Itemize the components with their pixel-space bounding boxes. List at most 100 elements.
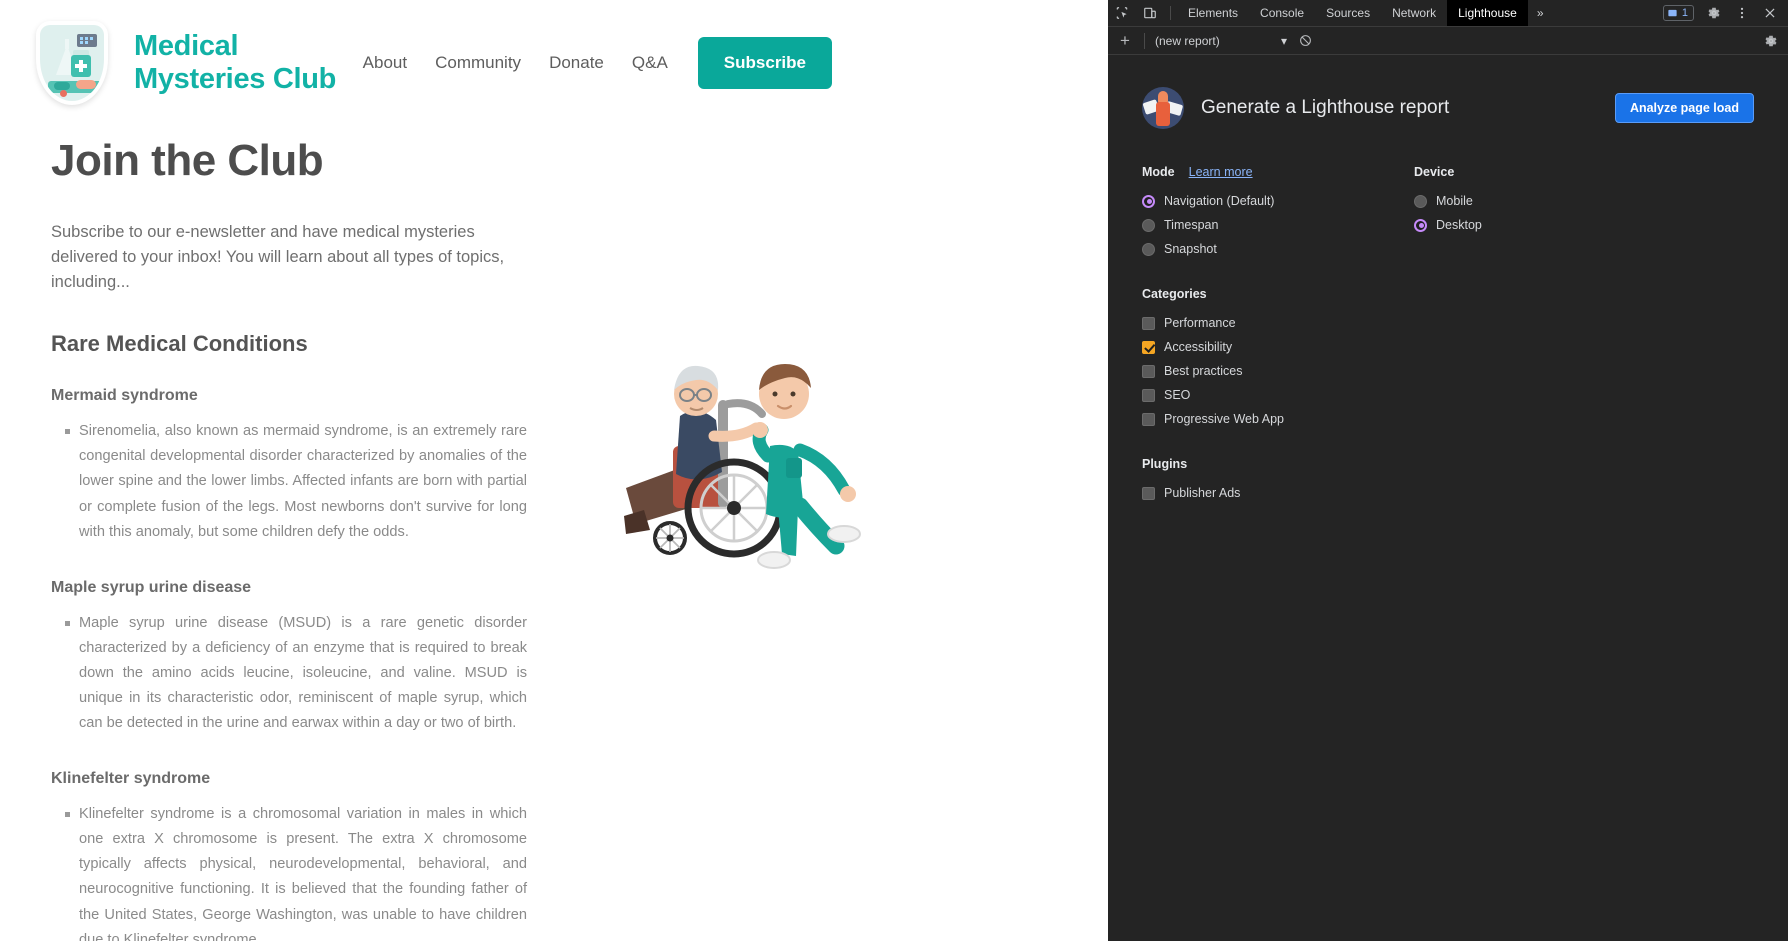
content-column: Join the Club Subscribe to our e-newslet…: [28, 118, 568, 941]
option-label: Mobile: [1436, 194, 1473, 208]
new-report-button[interactable]: +: [1112, 31, 1138, 51]
plugins-group-header: Plugins: [1142, 457, 1754, 471]
radio-icon[interactable]: [1142, 194, 1155, 208]
web-page: Medical Mysteries Club About Community D…: [0, 0, 1108, 941]
page-intro: Subscribe to our e-newsletter and have m…: [51, 223, 505, 292]
plugins-label: Plugins: [1142, 457, 1188, 471]
radio-device-desktop[interactable]: Desktop: [1414, 213, 1482, 237]
main-nav: About Community Donate Q&A Subscribe: [349, 37, 1080, 89]
lighthouse-title: Generate a Lighthouse report: [1201, 97, 1450, 118]
more-tabs-icon[interactable]: »: [1528, 0, 1553, 26]
learn-more-link[interactable]: Learn more: [1189, 165, 1253, 179]
categories-group-header: Categories: [1142, 287, 1754, 301]
checkbox-icon[interactable]: [1142, 316, 1155, 330]
settings-gear-icon[interactable]: [1700, 6, 1728, 20]
mode-group-header: Mode Learn more: [1142, 165, 1414, 179]
option-label: Performance: [1164, 316, 1236, 330]
brand-title[interactable]: Medical Mysteries Club: [134, 30, 349, 96]
checkbox-icon[interactable]: [1142, 388, 1155, 402]
checkbox-accessibility[interactable]: Accessibility: [1142, 335, 1754, 359]
list-item: Maple syrup urine disease (MSUD) is a ra…: [65, 611, 527, 736]
checkbox-icon[interactable]: [1142, 412, 1155, 426]
section-title: Rare Medical Conditions: [51, 331, 308, 357]
radio-icon[interactable]: [1142, 218, 1155, 232]
radio-mode-navigation[interactable]: Navigation (Default): [1142, 189, 1414, 213]
header-subscribe-button[interactable]: Subscribe: [697, 37, 832, 89]
report-select[interactable]: (new report) ▾: [1151, 34, 1291, 48]
checkbox-performance[interactable]: Performance: [1142, 311, 1754, 335]
chevron-down-icon: ▾: [1280, 33, 1287, 48]
report-select-value: (new report): [1155, 33, 1220, 48]
tab-console[interactable]: Console: [1249, 0, 1315, 26]
checkbox-publisher-ads[interactable]: Publisher Ads: [1142, 481, 1754, 505]
devtools-tabbar: Elements Console Sources Network Lightho…: [1108, 0, 1788, 27]
condition-list: Maple syrup urine disease (MSUD) is a ra…: [51, 611, 568, 736]
clear-all-icon[interactable]: [1291, 34, 1319, 47]
tab-network[interactable]: Network: [1381, 0, 1447, 26]
option-label: SEO: [1164, 388, 1191, 402]
page-content: Join the Club Subscribe to our e-newslet…: [0, 118, 1108, 941]
condition-list: Sirenomelia, also known as mermaid syndr…: [51, 419, 568, 544]
nav-item-donate[interactable]: Donate: [535, 45, 618, 81]
tab-sources[interactable]: Sources: [1315, 0, 1381, 26]
lighthouse-settings-icon[interactable]: [1764, 34, 1784, 48]
list-item: Klinefelter syndrome is a chromosomal va…: [65, 802, 527, 941]
mode-label: Mode: [1142, 165, 1175, 179]
mode-device-row: Mode Learn more Navigation (Default) Tim…: [1142, 165, 1754, 261]
illustration-column: [568, 118, 1080, 941]
plugins-group: Plugins Publisher Ads: [1142, 457, 1754, 505]
lighthouse-toolbar: + (new report) ▾: [1108, 27, 1788, 55]
radio-mode-snapshot[interactable]: Snapshot: [1142, 237, 1414, 261]
issues-count: 1: [1681, 7, 1688, 19]
radio-icon[interactable]: [1414, 218, 1427, 232]
option-label: Publisher Ads: [1164, 486, 1241, 500]
condition-title: Mermaid syndrome: [51, 387, 198, 405]
option-label: Accessibility: [1164, 340, 1233, 354]
radio-mode-timespan[interactable]: Timespan: [1142, 213, 1414, 237]
checkbox-progressive-web-app[interactable]: Progressive Web App: [1142, 407, 1754, 431]
tab-elements[interactable]: Elements: [1177, 0, 1249, 26]
toolbar-divider: [1144, 32, 1145, 49]
list-item: Sirenomelia, also known as mermaid syndr…: [65, 419, 527, 544]
device-group: Device Mobile Desktop: [1414, 165, 1482, 261]
checkbox-best-practices[interactable]: Best practices: [1142, 359, 1754, 383]
device-toolbar-icon[interactable]: [1136, 0, 1164, 26]
tab-lighthouse[interactable]: Lighthouse: [1447, 0, 1528, 26]
toolbar-divider: [1170, 6, 1171, 20]
option-label: Progressive Web App: [1164, 412, 1284, 426]
issues-badge[interactable]: 1: [1662, 5, 1694, 21]
option-label: Timespan: [1164, 218, 1219, 232]
nurse-pushing-wheelchair-illustration: [624, 364, 861, 569]
device-group-header: Device: [1414, 165, 1482, 179]
checkbox-icon[interactable]: [1142, 340, 1155, 354]
page-title: Join the Club: [51, 136, 324, 185]
categories-label: Categories: [1142, 287, 1207, 301]
checkbox-icon[interactable]: [1142, 486, 1155, 500]
site-header: Medical Mysteries Club About Community D…: [0, 0, 1108, 118]
devtools-toolbar-right: 1: [1662, 0, 1788, 26]
option-label: Desktop: [1436, 218, 1482, 232]
inspect-element-icon[interactable]: [1108, 0, 1136, 26]
condition-title: Klinefelter syndrome: [51, 770, 211, 788]
devtools-panel: Elements Console Sources Network Lightho…: [1108, 0, 1788, 941]
nav-item-community[interactable]: Community: [421, 45, 535, 81]
device-label: Device: [1414, 165, 1455, 179]
condition-title: Maple syrup urine disease: [51, 578, 252, 596]
checkbox-icon[interactable]: [1142, 364, 1155, 378]
radio-icon[interactable]: [1142, 242, 1155, 256]
lighthouse-header: Generate a Lighthouse report Analyze pag…: [1142, 87, 1754, 129]
checkbox-seo[interactable]: SEO: [1142, 383, 1754, 407]
categories-group: Categories Performance Accessibility Bes…: [1142, 287, 1754, 431]
medical-shield-icon[interactable]: [36, 21, 108, 105]
app-viewport: Medical Mysteries Club About Community D…: [0, 0, 1788, 941]
nav-item-about[interactable]: About: [349, 45, 421, 81]
more-options-icon[interactable]: [1728, 6, 1756, 20]
radio-device-mobile[interactable]: Mobile: [1414, 189, 1482, 213]
close-devtools-icon[interactable]: [1756, 6, 1784, 20]
lighthouse-start-view: Generate a Lighthouse report Analyze pag…: [1108, 55, 1788, 941]
nav-item-qa[interactable]: Q&A: [618, 45, 682, 81]
mode-group: Mode Learn more Navigation (Default) Tim…: [1142, 165, 1414, 261]
condition-list: Klinefelter syndrome is a chromosomal va…: [51, 802, 568, 941]
radio-icon[interactable]: [1414, 194, 1427, 208]
analyze-page-load-button[interactable]: Analyze page load: [1614, 93, 1754, 123]
